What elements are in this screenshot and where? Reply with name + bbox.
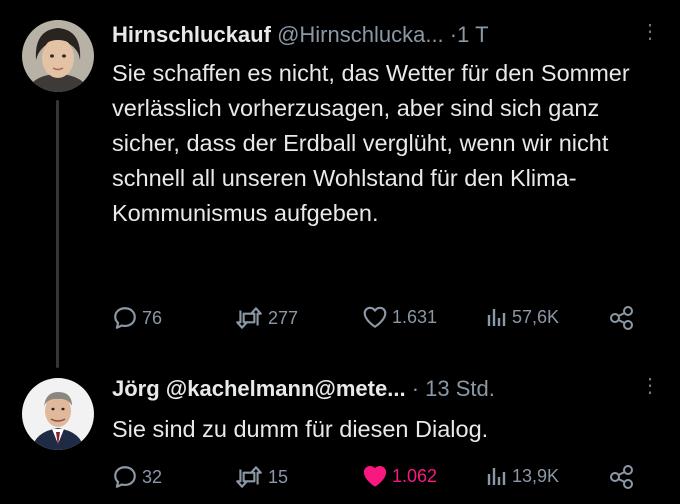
share-button[interactable] (608, 464, 636, 490)
retweet-count: 277 (268, 307, 299, 328)
avatar[interactable] (22, 378, 94, 450)
heart-icon (363, 306, 387, 328)
retweet-icon (236, 466, 262, 488)
like-button[interactable]: 1.062 (362, 464, 437, 488)
like-count: 1.062 (392, 465, 438, 486)
avatar-image (22, 378, 94, 450)
views-icon (487, 309, 506, 326)
retweet-icon (236, 307, 262, 329)
like-count: 1.631 (392, 306, 438, 327)
thread-connector-line (56, 100, 59, 368)
avatar[interactable] (22, 20, 94, 92)
author-name[interactable]: Jörg @kachelmann@mete... (112, 376, 406, 401)
reply-button[interactable]: 76 (112, 305, 162, 331)
tweet-text: Sie schaffen es nicht, das Wetter für de… (112, 60, 630, 226)
reply-button[interactable]: 32 (112, 464, 162, 490)
share-icon (610, 306, 633, 330)
author-handle[interactable]: @Hirnschlucka... (277, 22, 444, 47)
views-button[interactable]: 13,9K (486, 464, 559, 488)
reply-icon (114, 307, 136, 329)
timestamp[interactable]: 1 T (457, 22, 488, 47)
retweet-count: 15 (268, 466, 289, 487)
more-options-icon[interactable]: ⋮ (640, 22, 660, 42)
separator-dot: · (411, 376, 420, 401)
reply-count: 32 (142, 466, 163, 487)
views-count: 57,6K (512, 306, 560, 327)
more-options-icon[interactable]: ⋮ (640, 376, 660, 396)
reply-count: 76 (142, 307, 163, 328)
views-icon (487, 468, 506, 485)
tweet-text: Sie sind zu dumm für diesen Dialog. (112, 416, 489, 442)
timestamp[interactable]: 13 Std. (425, 376, 495, 401)
retweet-button[interactable]: 15 (234, 464, 288, 490)
tweet-actions: 32 15 1.062 13,9K (112, 464, 652, 494)
tweet-1[interactable]: Hirnschluckauf @Hirnschlucka... ·1 T ⋮ S… (0, 0, 680, 368)
retweet-button[interactable]: 277 (234, 305, 298, 331)
tweet-header: Jörg @kachelmann@mete... · 13 Std. (112, 376, 495, 402)
views-button[interactable]: 57,6K (486, 305, 559, 329)
like-button[interactable]: 1.631 (362, 305, 437, 329)
avatar-image (22, 20, 94, 92)
author-name[interactable]: Hirnschluckauf (112, 22, 271, 47)
share-button[interactable] (608, 305, 636, 331)
share-icon (610, 465, 633, 489)
reply-icon (114, 466, 136, 488)
heart-icon (363, 465, 387, 487)
tweet-header: Hirnschluckauf @Hirnschlucka... ·1 T (112, 22, 489, 48)
views-count: 13,9K (512, 465, 560, 486)
tweet-actions: 76 277 1.631 57,6K (112, 305, 652, 335)
tweet-2[interactable]: Jörg @kachelmann@mete... · 13 Std. ⋮ Sie… (0, 360, 680, 504)
